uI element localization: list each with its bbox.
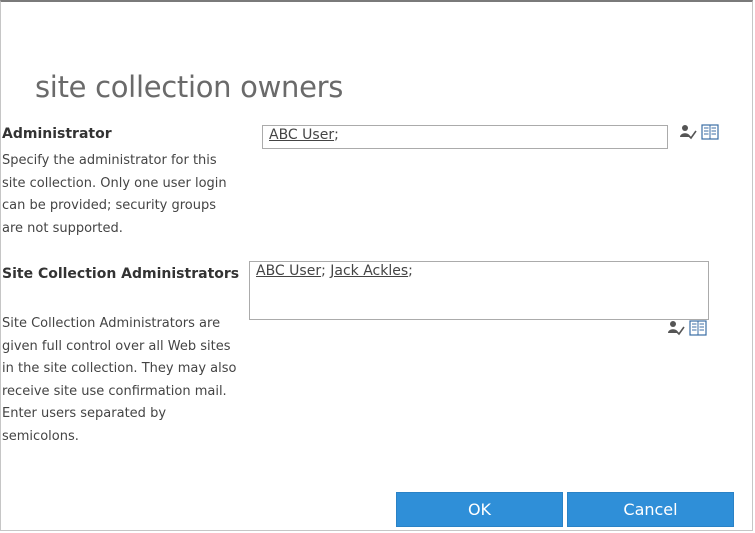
cancel-button[interactable]: Cancel — [567, 492, 734, 527]
user-token[interactable]: Jack Ackles — [330, 263, 408, 279]
site-collection-admins-description: Site Collection Administrators are given… — [2, 316, 237, 444]
check-names-icon[interactable] — [667, 320, 685, 336]
user-token[interactable]: ABC User — [256, 263, 321, 279]
administrator-description: Specify the administrator for this site … — [2, 153, 227, 236]
ok-button[interactable]: OK — [396, 492, 563, 527]
address-book-icon[interactable] — [689, 320, 707, 336]
administrator-people-picker[interactable]: ABC User; — [262, 125, 668, 149]
site-collection-admins-heading: Site Collection Administrators — [2, 266, 240, 282]
administrator-heading: Administrator — [2, 126, 112, 142]
site-collection-admins-people-picker[interactable]: ABC User; Jack Ackles; — [249, 261, 709, 320]
address-book-icon[interactable] — [701, 124, 719, 140]
check-names-icon[interactable] — [679, 124, 697, 140]
page-title: site collection owners — [35, 70, 344, 104]
user-token[interactable]: ABC User — [269, 127, 334, 143]
site-collection-admins-picker-icons — [667, 320, 707, 336]
administrator-picker-icons — [679, 124, 719, 140]
